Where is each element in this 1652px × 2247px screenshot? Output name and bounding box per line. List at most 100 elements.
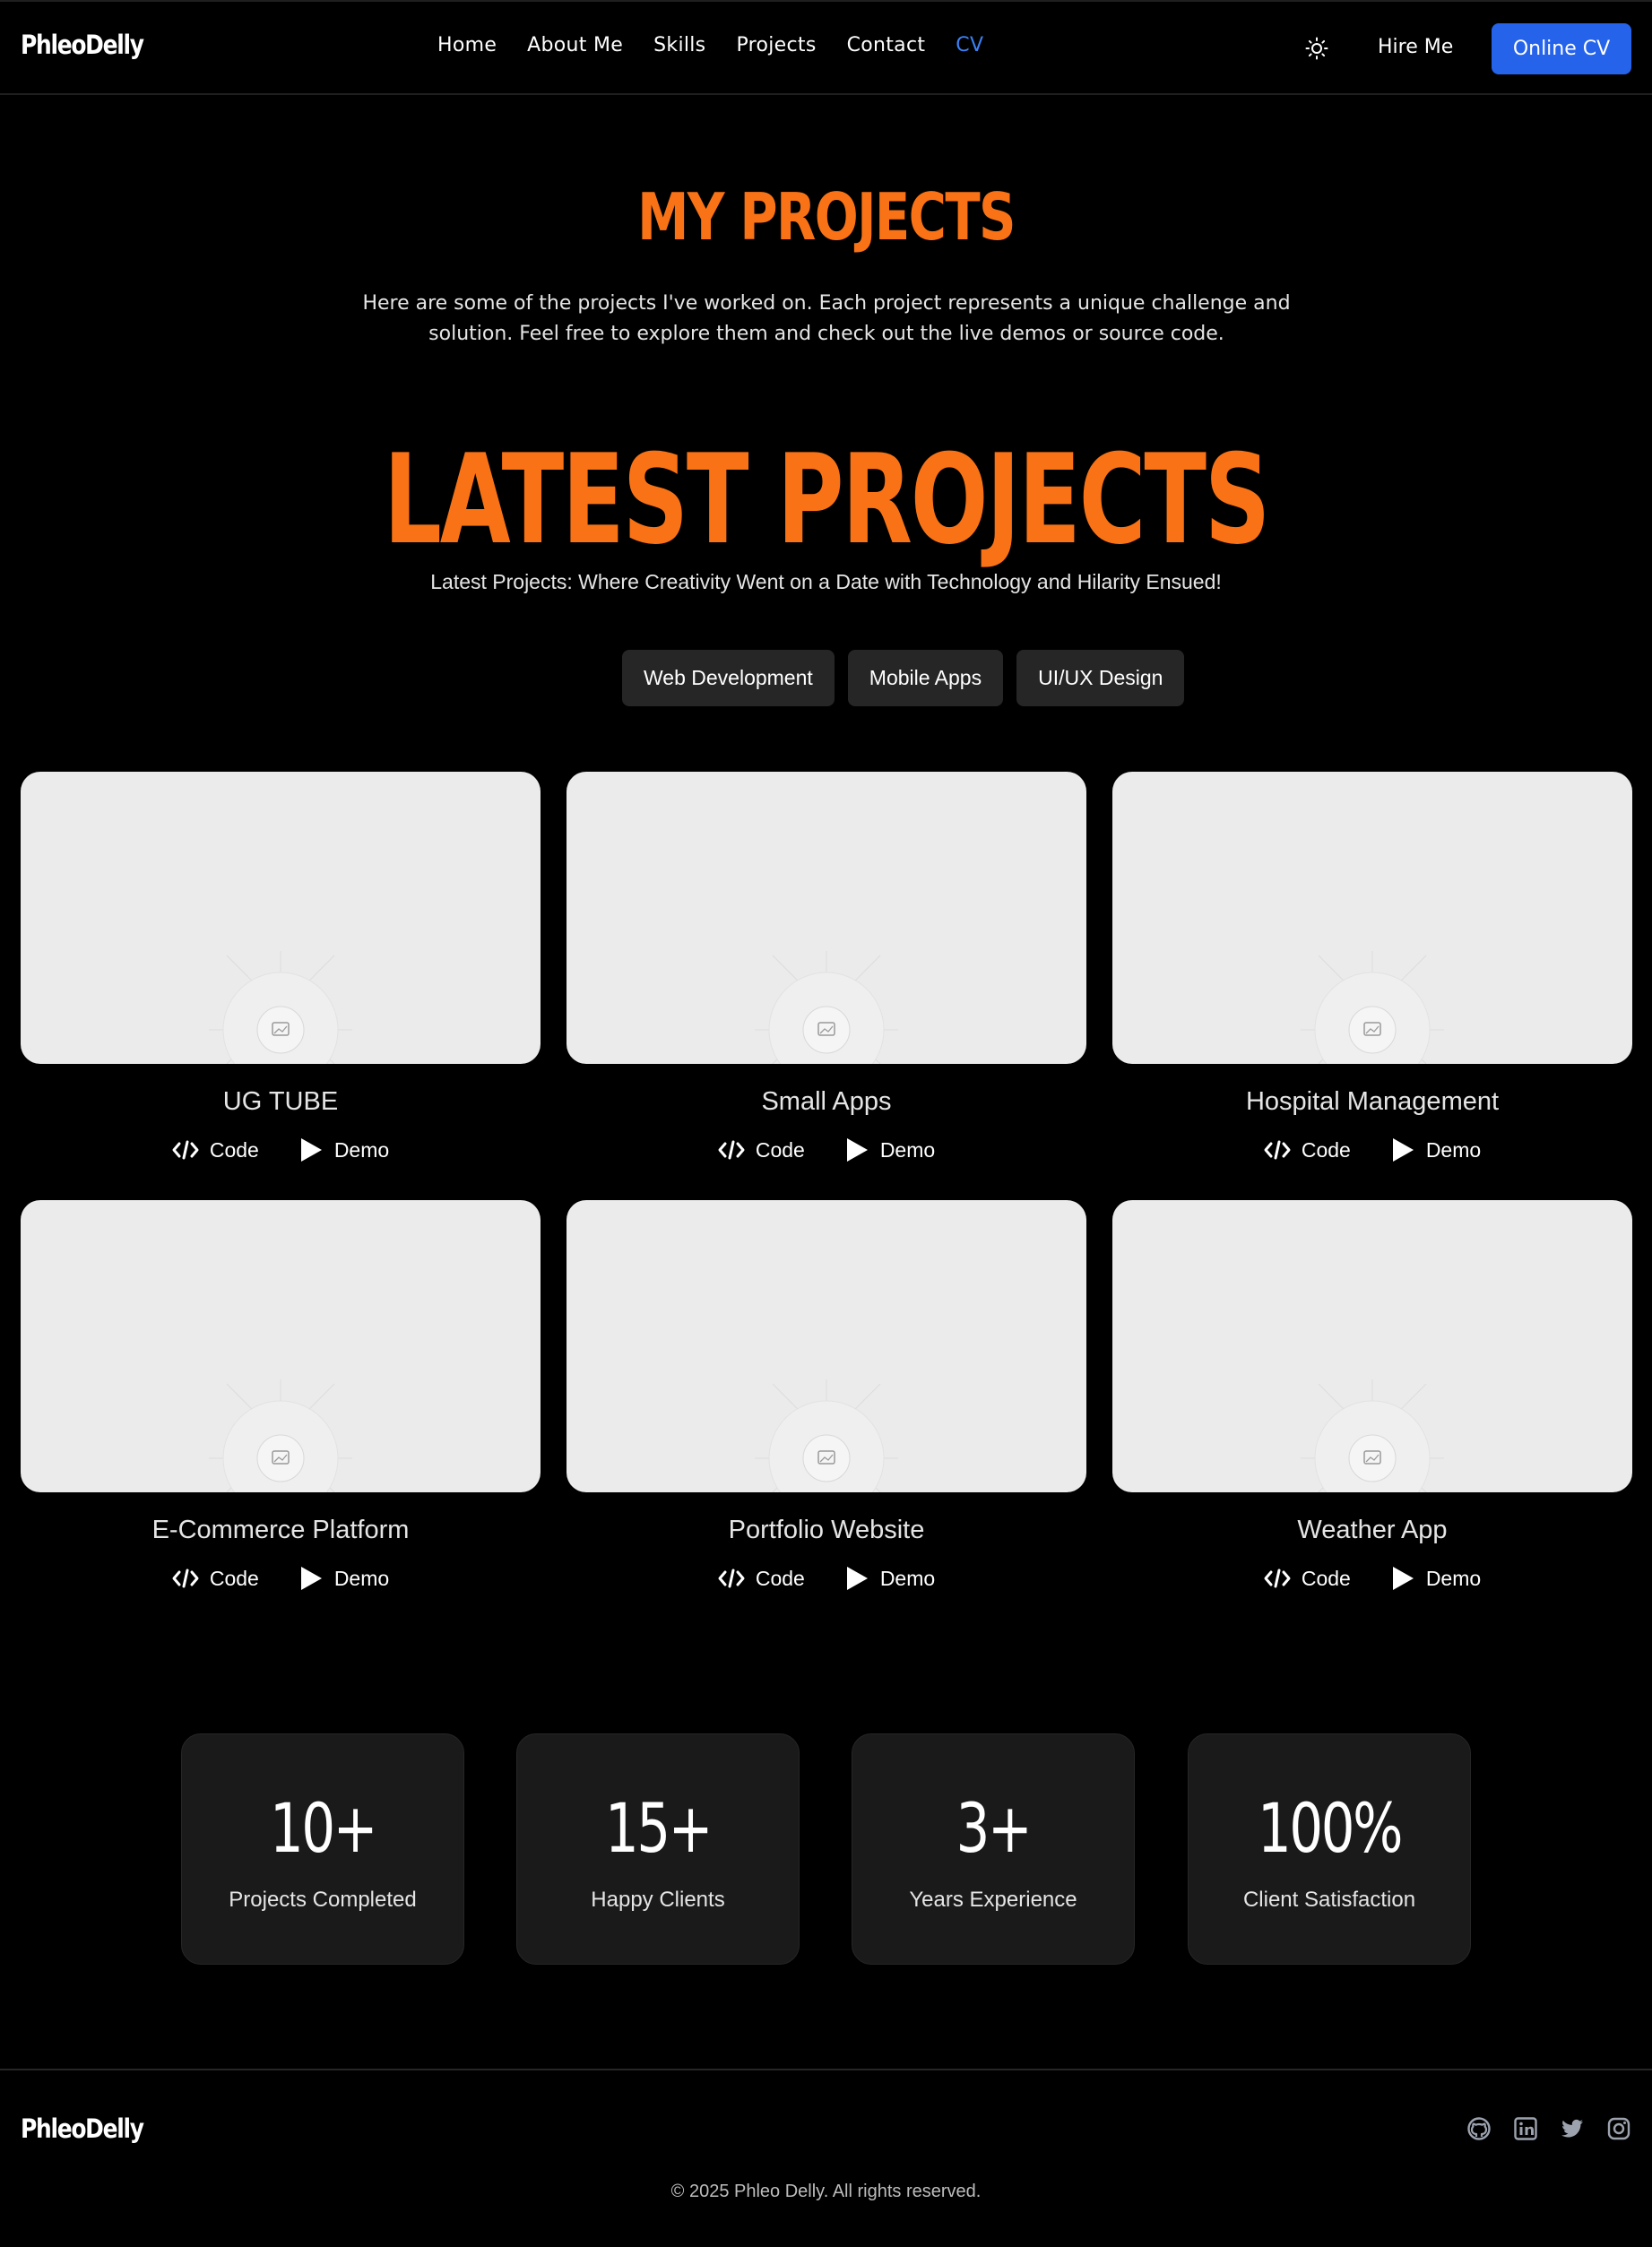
code-icon xyxy=(172,1139,199,1161)
hire-me-link[interactable]: Hire Me xyxy=(1378,36,1453,58)
filter-mobile-apps[interactable]: Mobile Apps xyxy=(847,650,1004,706)
project-card: Portfolio Website Code Demo xyxy=(567,1200,1086,1592)
stat-card: 15+ Happy Clients xyxy=(516,1733,800,1965)
project-thumbnail[interactable] xyxy=(567,1200,1086,1492)
demo-label: Demo xyxy=(333,1137,390,1162)
intro-text: Here are some of the projects I've worke… xyxy=(362,292,1291,345)
code-label: Code xyxy=(1301,1566,1351,1590)
page-title: MY PROJECTS xyxy=(637,179,1016,255)
brand-logo[interactable]: PhleoDelly xyxy=(21,30,144,60)
footer-divider xyxy=(0,2069,1652,2070)
demo-label: Demo xyxy=(1425,1137,1482,1162)
code-link[interactable]: Code xyxy=(172,1136,259,1163)
project-thumbnail[interactable] xyxy=(1112,772,1632,1064)
filter-uiux-design[interactable]: UI/UX Design xyxy=(1016,650,1185,706)
demo-link[interactable]: Demo xyxy=(1390,1136,1481,1163)
code-icon xyxy=(172,1568,199,1589)
code-label: Code xyxy=(209,1566,259,1590)
project-links: Code Demo xyxy=(21,1565,541,1592)
nav-cv[interactable]: CV xyxy=(956,34,983,56)
demo-link[interactable]: Demo xyxy=(1390,1565,1481,1592)
project-title: UG TUBE xyxy=(222,1087,339,1116)
nav-contact[interactable]: Contact xyxy=(847,34,926,56)
project-links: Code Demo xyxy=(567,1136,1086,1163)
nav-home[interactable]: Home xyxy=(437,34,497,56)
github-icon[interactable] xyxy=(1466,2116,1492,2141)
stat-label: Client Satisfaction xyxy=(1242,1888,1416,1912)
stat-value: 10+ xyxy=(269,1788,377,1868)
navbar: PhleoDelly Home About Me Skills Projects… xyxy=(0,0,1652,95)
nav-skills[interactable]: Skills xyxy=(653,34,705,56)
nav-about[interactable]: About Me xyxy=(527,34,623,56)
project-links: Code Demo xyxy=(1112,1565,1632,1592)
project-links: Code Demo xyxy=(1112,1136,1632,1163)
project-title: Small Apps xyxy=(761,1087,892,1116)
demo-label: Demo xyxy=(333,1566,390,1590)
demo-link[interactable]: Demo xyxy=(298,1565,389,1592)
stat-label: Happy Clients xyxy=(591,1888,725,1912)
play-icon xyxy=(1390,1565,1415,1592)
stat-card: 10+ Projects Completed xyxy=(181,1733,464,1965)
project-card: Weather App Code Demo xyxy=(1112,1200,1632,1592)
project-title: E-Commerce Platform xyxy=(151,1516,410,1544)
code-link[interactable]: Code xyxy=(718,1565,805,1592)
stat-value: 3+ xyxy=(956,1788,1033,1868)
stat-label: Projects Completed xyxy=(229,1888,417,1912)
stat-card: 100% Client Satisfaction xyxy=(1188,1733,1471,1965)
code-label: Code xyxy=(755,1566,805,1590)
demo-label: Demo xyxy=(1425,1566,1482,1590)
code-link[interactable]: Code xyxy=(1264,1565,1351,1592)
project-thumbnail[interactable] xyxy=(21,1200,541,1492)
code-icon xyxy=(718,1568,745,1589)
nav-links: Home About Me Skills Projects Contact CV xyxy=(437,34,1014,56)
code-icon xyxy=(718,1139,745,1161)
demo-link[interactable]: Demo xyxy=(298,1136,389,1163)
code-link[interactable]: Code xyxy=(718,1136,805,1163)
project-card: Small Apps Code Demo xyxy=(567,772,1086,1163)
stat-label: Years Experience xyxy=(909,1888,1077,1912)
play-icon xyxy=(298,1565,324,1592)
project-title: Portfolio Website xyxy=(728,1516,925,1544)
play-icon xyxy=(1390,1136,1415,1163)
latest-projects-heading: LATEST PROJECTS xyxy=(383,428,1270,572)
project-links: Code Demo xyxy=(21,1136,541,1163)
social-links xyxy=(1466,2116,1631,2141)
demo-label: Demo xyxy=(879,1137,936,1162)
instagram-icon[interactable] xyxy=(1606,2116,1631,2141)
code-icon xyxy=(1264,1568,1291,1589)
code-label: Code xyxy=(1301,1137,1351,1162)
project-thumbnail[interactable] xyxy=(21,772,541,1064)
code-label: Code xyxy=(209,1137,259,1162)
filter-web-development[interactable]: Web Development xyxy=(622,650,835,706)
play-icon xyxy=(844,1136,869,1163)
project-thumbnail[interactable] xyxy=(567,772,1086,1064)
stat-card: 3+ Years Experience xyxy=(852,1733,1135,1965)
play-icon xyxy=(844,1565,869,1592)
stat-value: 15+ xyxy=(604,1788,713,1868)
nav-projects[interactable]: Projects xyxy=(736,34,816,56)
project-thumbnail[interactable] xyxy=(1112,1200,1632,1492)
sun-icon[interactable] xyxy=(1305,37,1328,60)
project-card: E-Commerce Platform Code Demo xyxy=(21,1200,541,1592)
code-icon xyxy=(1264,1139,1291,1161)
code-label: Code xyxy=(755,1137,805,1162)
project-card: Hospital Management Code Demo xyxy=(1112,772,1632,1163)
twitter-icon[interactable] xyxy=(1560,2116,1585,2141)
code-link[interactable]: Code xyxy=(1264,1136,1351,1163)
demo-link[interactable]: Demo xyxy=(844,1136,935,1163)
demo-link[interactable]: Demo xyxy=(844,1565,935,1592)
demo-label: Demo xyxy=(879,1566,936,1590)
latest-tagline: Latest Projects: Where Creativity Went o… xyxy=(430,570,1222,593)
code-link[interactable]: Code xyxy=(172,1565,259,1592)
project-filters: Web Development Mobile Apps UI/UX Design xyxy=(622,650,1185,706)
project-links: Code Demo xyxy=(567,1565,1086,1592)
copyright-text: © 2025 Phleo Delly. All rights reserved. xyxy=(670,2182,982,2201)
project-title: Weather App xyxy=(1297,1516,1448,1544)
linkedin-icon[interactable] xyxy=(1513,2116,1538,2141)
footer-logo[interactable]: PhleoDelly xyxy=(21,2113,144,2144)
project-title: Hospital Management xyxy=(1245,1087,1500,1116)
project-card: UG TUBE Code Demo xyxy=(21,772,541,1163)
online-cv-button[interactable]: Online CV xyxy=(1492,23,1631,74)
play-icon xyxy=(298,1136,324,1163)
stat-value: 100% xyxy=(1257,1788,1403,1868)
